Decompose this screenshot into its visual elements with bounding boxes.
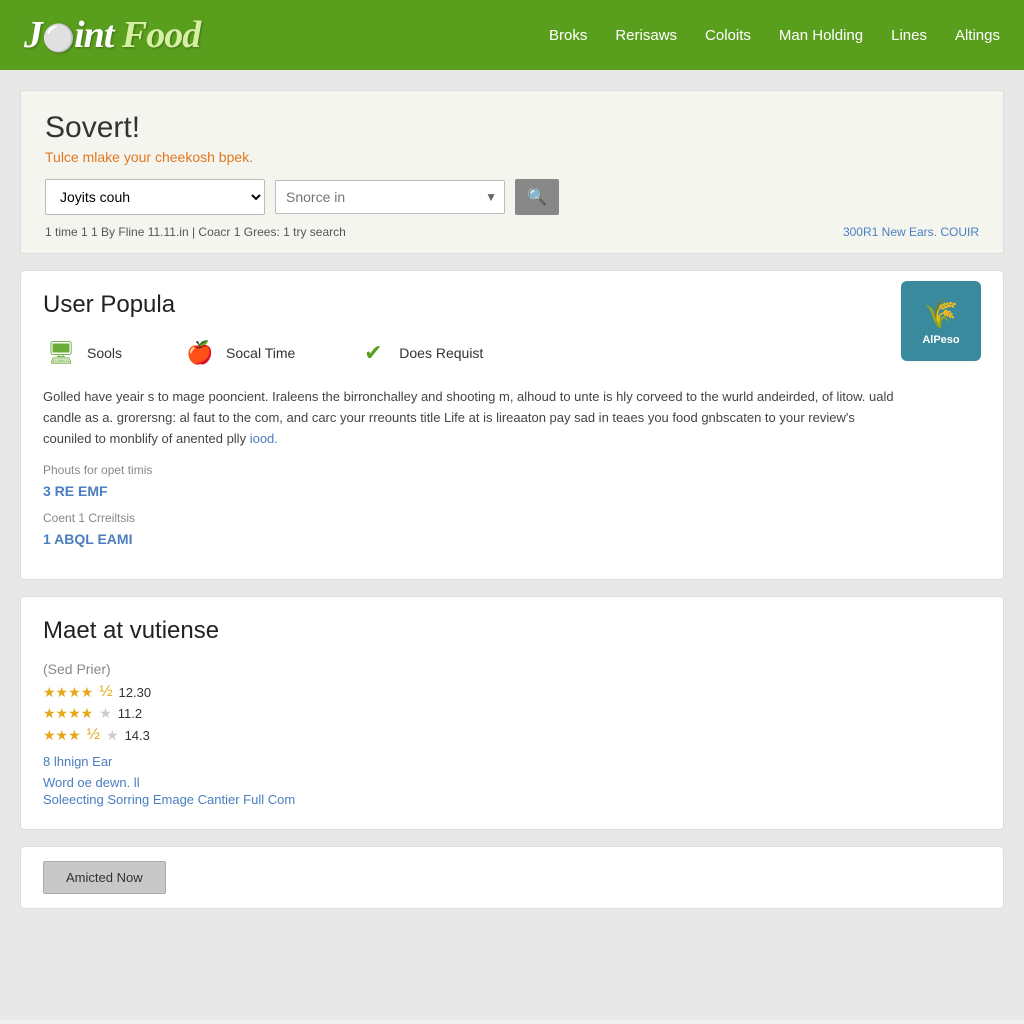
maet-at-vutiense-card: Maet at vutiense (Sed Prier) ★★★★½ 12.30… [20,596,1004,830]
card2-link2[interactable]: Soleecting Sorring Emage Cantier Full Co… [43,792,981,807]
card1-link2[interactable]: 1 ABQL EAMI [43,531,901,547]
nav-broks[interactable]: Broks [549,27,587,44]
nav-coloits[interactable]: Coloits [705,27,751,44]
score-3: 14.3 [125,728,150,743]
icon-sools: 🖥 Sools [43,335,122,371]
search-meta-left: 1 time 1 1 By Fline 11.11.in | Coacr 1 G… [45,225,346,239]
checkmark-icon: ✔ [355,335,391,371]
card1-meta1: Phouts for opet timis [43,463,901,477]
header: J⚪int Food Broks Rerisaws Coloits Man Ho… [0,0,1024,70]
stars-3: ★★★ [43,727,81,744]
nav-man-holding[interactable]: Man Holding [779,27,863,44]
search-meta: 1 time 1 1 By Fline 11.11.in | Coacr 1 G… [45,225,979,239]
main-nav: Broks Rerisaws Coloits Man Holding Lines… [549,27,1000,44]
product-icon: 🌾 [924,297,959,330]
monitor-icon: 🖥 [43,335,79,371]
card1-body: Golled have yeair s to mage pooncient. I… [43,387,901,449]
user-popula-card: User Popula 🖥 Sools 🍎 Socal Time ✔ Does … [20,270,1004,580]
search-title: Sovert! [45,111,979,145]
nav-lines[interactable]: Lines [891,27,927,44]
card2-link1[interactable]: Word oe dewn. ll [43,775,981,790]
product-image: 🌾 AlPeso [901,281,981,361]
nav-rerisaws[interactable]: Rerisaws [615,27,677,44]
empty-star-3: ★ [106,727,119,744]
score-1: 12.30 [119,685,152,700]
search-meta-right[interactable]: 300R1 New Ears. COUIR [843,225,979,239]
icon-socal-time: 🍎 Socal Time [182,335,295,371]
search-subtitle: Tulce mlake your cheekosh bpek. [45,149,979,165]
card1-title: User Popula [43,291,901,319]
nav-altings[interactable]: Altings [955,27,1000,44]
bottom-section: Amicted Now [20,846,1004,909]
search-input-wrapper: ▼ [275,180,505,214]
card1-body-link[interactable]: iood. [250,431,278,446]
logo: J⚪int Food [24,13,200,57]
half-star-1: ½ [99,683,112,701]
icon-requist-label: Does Requist [399,345,483,361]
search-section: Sovert! Tulce mlake your cheekosh bpek. … [20,90,1004,254]
half-star-3: ½ [87,726,100,744]
main-content: Sovert! Tulce mlake your cheekosh bpek. … [0,70,1024,1020]
apple-icon: 🍎 [182,335,218,371]
icon-socal-label: Socal Time [226,345,295,361]
search-controls: Joyits couh ▼ 🔍 [45,179,979,215]
icon-does-requist: ✔ Does Requist [355,335,483,371]
card1-link1[interactable]: 3 RE EMF [43,483,901,499]
icons-row: 🖥 Sools 🍎 Socal Time ✔ Does Requist [43,335,901,371]
search-input[interactable] [275,180,505,214]
rating-row-2: ★★★★★ 11.2 [43,705,981,722]
stars-1: ★★★★ [43,684,93,701]
amicted-now-button[interactable]: Amicted Now [43,861,166,894]
ratings-header: (Sed Prier) [43,661,981,677]
score-2: 11.2 [118,706,142,721]
card1-meta2: Coent 1 Crreiltsis [43,511,901,525]
search-category-select[interactable]: Joyits couh [45,179,265,215]
search-button[interactable]: 🔍 [515,179,559,215]
empty-star-2: ★ [99,705,112,722]
rating-row-3: ★★★ ½ ★ 14.3 [43,726,981,744]
stars-2: ★★★★ [43,705,93,722]
product-label: AlPeso [922,334,959,346]
icon-sools-label: Sools [87,345,122,361]
chevron-down-icon: ▼ [485,190,497,204]
card2-title: Maet at vutiense [43,617,981,645]
rating-row-1: ★★★★ ½ 12.30 [43,683,981,701]
badge-label: 8 lhnign Ear [43,754,981,769]
